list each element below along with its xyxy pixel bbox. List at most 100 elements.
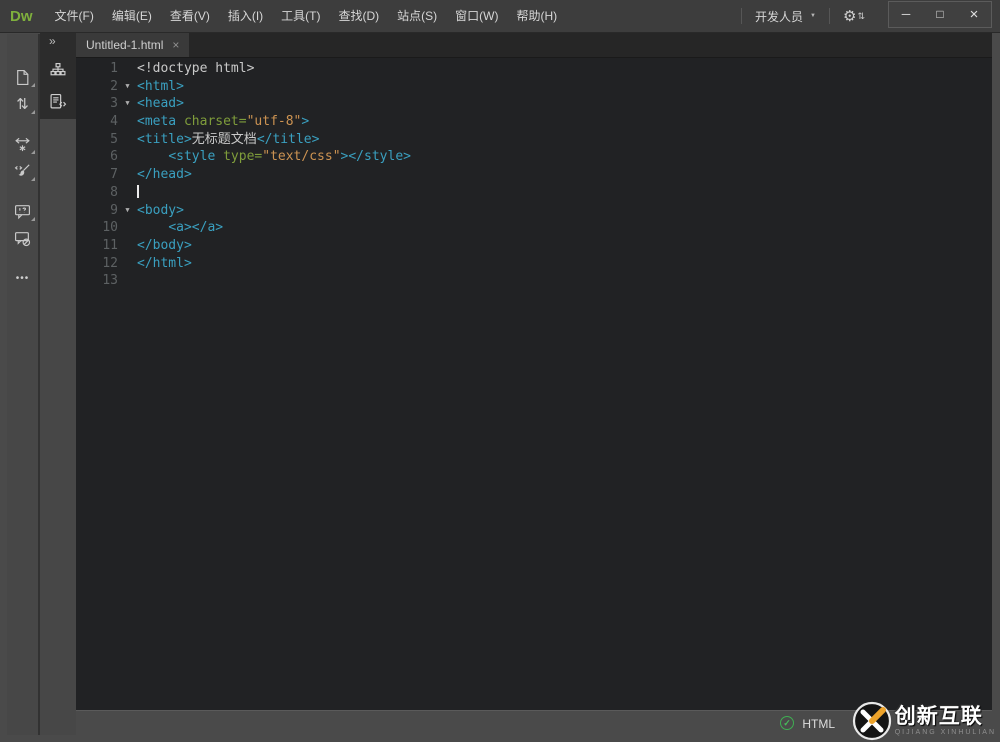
gear-icon: ⚙ <box>843 7 856 25</box>
code-text: <meta charset="utf-8"> <box>137 113 309 131</box>
open-documents-button[interactable] <box>11 66 35 88</box>
dom-tree-icon <box>49 62 67 79</box>
code-line-4[interactable]: 4 <meta charset="utf-8"> <box>76 113 992 131</box>
chevron-down-icon: ▼ <box>810 13 816 19</box>
line-number: 12 <box>76 255 118 273</box>
file-management-button[interactable]: ⇅ <box>11 93 35 115</box>
watermark: 创新互联 QIJIANG XINHULIAN <box>852 701 1000 741</box>
code-text: </body> <box>137 237 192 255</box>
snippets-icon <box>49 93 67 110</box>
dom-panel-button[interactable] <box>45 59 71 81</box>
remove-comment-button[interactable] <box>11 227 35 249</box>
code-text: <style type="text/css"></style> <box>137 148 411 166</box>
code-line-11[interactable]: 11 </body> <box>76 237 992 255</box>
code-text: <head> <box>137 95 184 113</box>
line-number: 8 <box>76 184 118 202</box>
menu-item-7[interactable]: 站点(S) <box>388 0 446 32</box>
sync-arrows-icon: ⇅ <box>857 11 865 22</box>
line-number: 4 <box>76 113 118 131</box>
snippets-panel-button[interactable] <box>45 90 71 112</box>
fold-gutter <box>118 148 137 166</box>
fold-gutter <box>118 60 137 78</box>
close-tab-icon[interactable]: × <box>172 39 179 51</box>
code-text: </head> <box>137 166 192 184</box>
code-line-6[interactable]: 6 <style type="text/css"></style> <box>76 148 992 166</box>
line-number: 1 <box>76 60 118 78</box>
watermark-logo-icon <box>852 701 892 741</box>
sync-settings-button[interactable]: ⚙ ⇅ <box>830 7 878 25</box>
menu-bar: Dw 文件(F)编辑(E)查看(V)插入(I)工具(T)查找(D)站点(S)窗口… <box>0 0 1000 33</box>
menu-item-1[interactable]: 文件(F) <box>46 0 103 32</box>
code-line-13[interactable]: 13 <box>76 272 992 290</box>
doctype-label: HTML <box>802 717 835 731</box>
menu-item-4[interactable]: 插入(I) <box>219 0 272 32</box>
code-line-3[interactable]: 3▼<head> <box>76 95 992 113</box>
code-editor[interactable]: 1<!doctype html>2▼<html>3▼<head>4<meta c… <box>76 58 992 710</box>
menu-item-2[interactable]: 编辑(E) <box>103 0 161 32</box>
tab-untitled-1[interactable]: Untitled-1.html × <box>76 33 189 57</box>
line-number: 9 <box>76 202 118 220</box>
fold-caret-icon[interactable]: ▼ <box>118 95 137 113</box>
updown-arrows-icon: ⇅ <box>16 95 29 113</box>
code-line-9[interactable]: 9▼<body> <box>76 202 992 220</box>
expand-panels-icon[interactable]: » <box>49 34 56 48</box>
code-text <box>137 184 139 202</box>
fold-gutter <box>118 272 137 290</box>
fold-gutter <box>118 113 137 131</box>
comment-remove-icon <box>14 230 31 247</box>
arrows-asterisk-button[interactable] <box>11 133 35 155</box>
menu-items: 文件(F)编辑(E)查看(V)插入(I)工具(T)查找(D)站点(S)窗口(W)… <box>46 0 567 32</box>
watermark-text: 创新互联 QIJIANG XINHULIAN <box>895 705 1000 737</box>
line-number: 7 <box>76 166 118 184</box>
code-text: </html> <box>137 255 192 273</box>
line-number: 2 <box>76 78 118 96</box>
code-line-7[interactable]: 7 </head> <box>76 166 992 184</box>
fold-caret-icon[interactable]: ▼ <box>118 202 137 220</box>
watermark-subtitle: QIJIANG XINHULIAN <box>895 729 996 737</box>
titlebar-right: 开发人员 ▼ ⚙ ⇅ ─ □ × <box>741 0 1000 32</box>
menu-item-9[interactable]: 帮助(H) <box>507 0 566 32</box>
code-line-10[interactable]: 10 <a></a> <box>76 219 992 237</box>
code-line-1[interactable]: 1<!doctype html> <box>76 60 992 78</box>
fold-gutter <box>118 166 137 184</box>
code-line-2[interactable]: 2▼<html> <box>76 78 992 96</box>
close-button[interactable]: × <box>957 2 991 27</box>
code-text: <body> <box>137 202 184 220</box>
double-arrow-asterisk-icon <box>14 136 31 153</box>
document-area: Untitled-1.html × 1<!doctype html>2▼<htm… <box>76 33 992 735</box>
code-text: <a></a> <box>137 219 223 237</box>
fold-gutter <box>118 184 137 202</box>
menu-item-6[interactable]: 查找(D) <box>329 0 388 32</box>
panel-dock-icons <box>40 59 76 112</box>
comment-icon <box>14 203 31 220</box>
code-line-8[interactable]: 8 <box>76 184 992 202</box>
code-text: <html> <box>137 78 184 96</box>
line-number: 10 <box>76 219 118 237</box>
customize-toolbar-button[interactable]: ••• <box>11 267 35 289</box>
fold-caret-icon[interactable]: ▼ <box>118 78 137 96</box>
minimize-button[interactable]: ─ <box>889 2 923 27</box>
ellipsis-icon: ••• <box>16 273 30 284</box>
file-icon <box>14 69 31 86</box>
fold-gutter <box>118 255 137 273</box>
lint-status-icon[interactable]: ✓ <box>780 716 794 730</box>
fold-gutter <box>118 131 137 149</box>
workspace-switcher[interactable]: 开发人员 ▼ <box>742 8 829 25</box>
code-line-5[interactable]: 5<title>无标题文档</title> <box>76 131 992 149</box>
line-number: 11 <box>76 237 118 255</box>
menu-item-8[interactable]: 窗口(W) <box>446 0 507 32</box>
panel-dock-header: » <box>40 33 76 119</box>
watermark-title: 创新互联 <box>895 705 996 729</box>
maximize-button[interactable]: □ <box>923 2 957 27</box>
apply-comment-button[interactable] <box>11 200 35 222</box>
fold-gutter <box>118 219 137 237</box>
code-line-12[interactable]: 12 </html> <box>76 255 992 273</box>
menu-item-5[interactable]: 工具(T) <box>272 0 329 32</box>
text-cursor <box>137 185 139 198</box>
tab-bar: Untitled-1.html × <box>76 33 992 58</box>
app-logo: Dw <box>0 8 46 25</box>
fold-gutter <box>118 237 137 255</box>
menu-item-3[interactable]: 查看(V) <box>161 0 219 32</box>
format-source-code-button[interactable] <box>11 160 35 182</box>
code-text: <title>无标题文档</title> <box>137 131 319 149</box>
